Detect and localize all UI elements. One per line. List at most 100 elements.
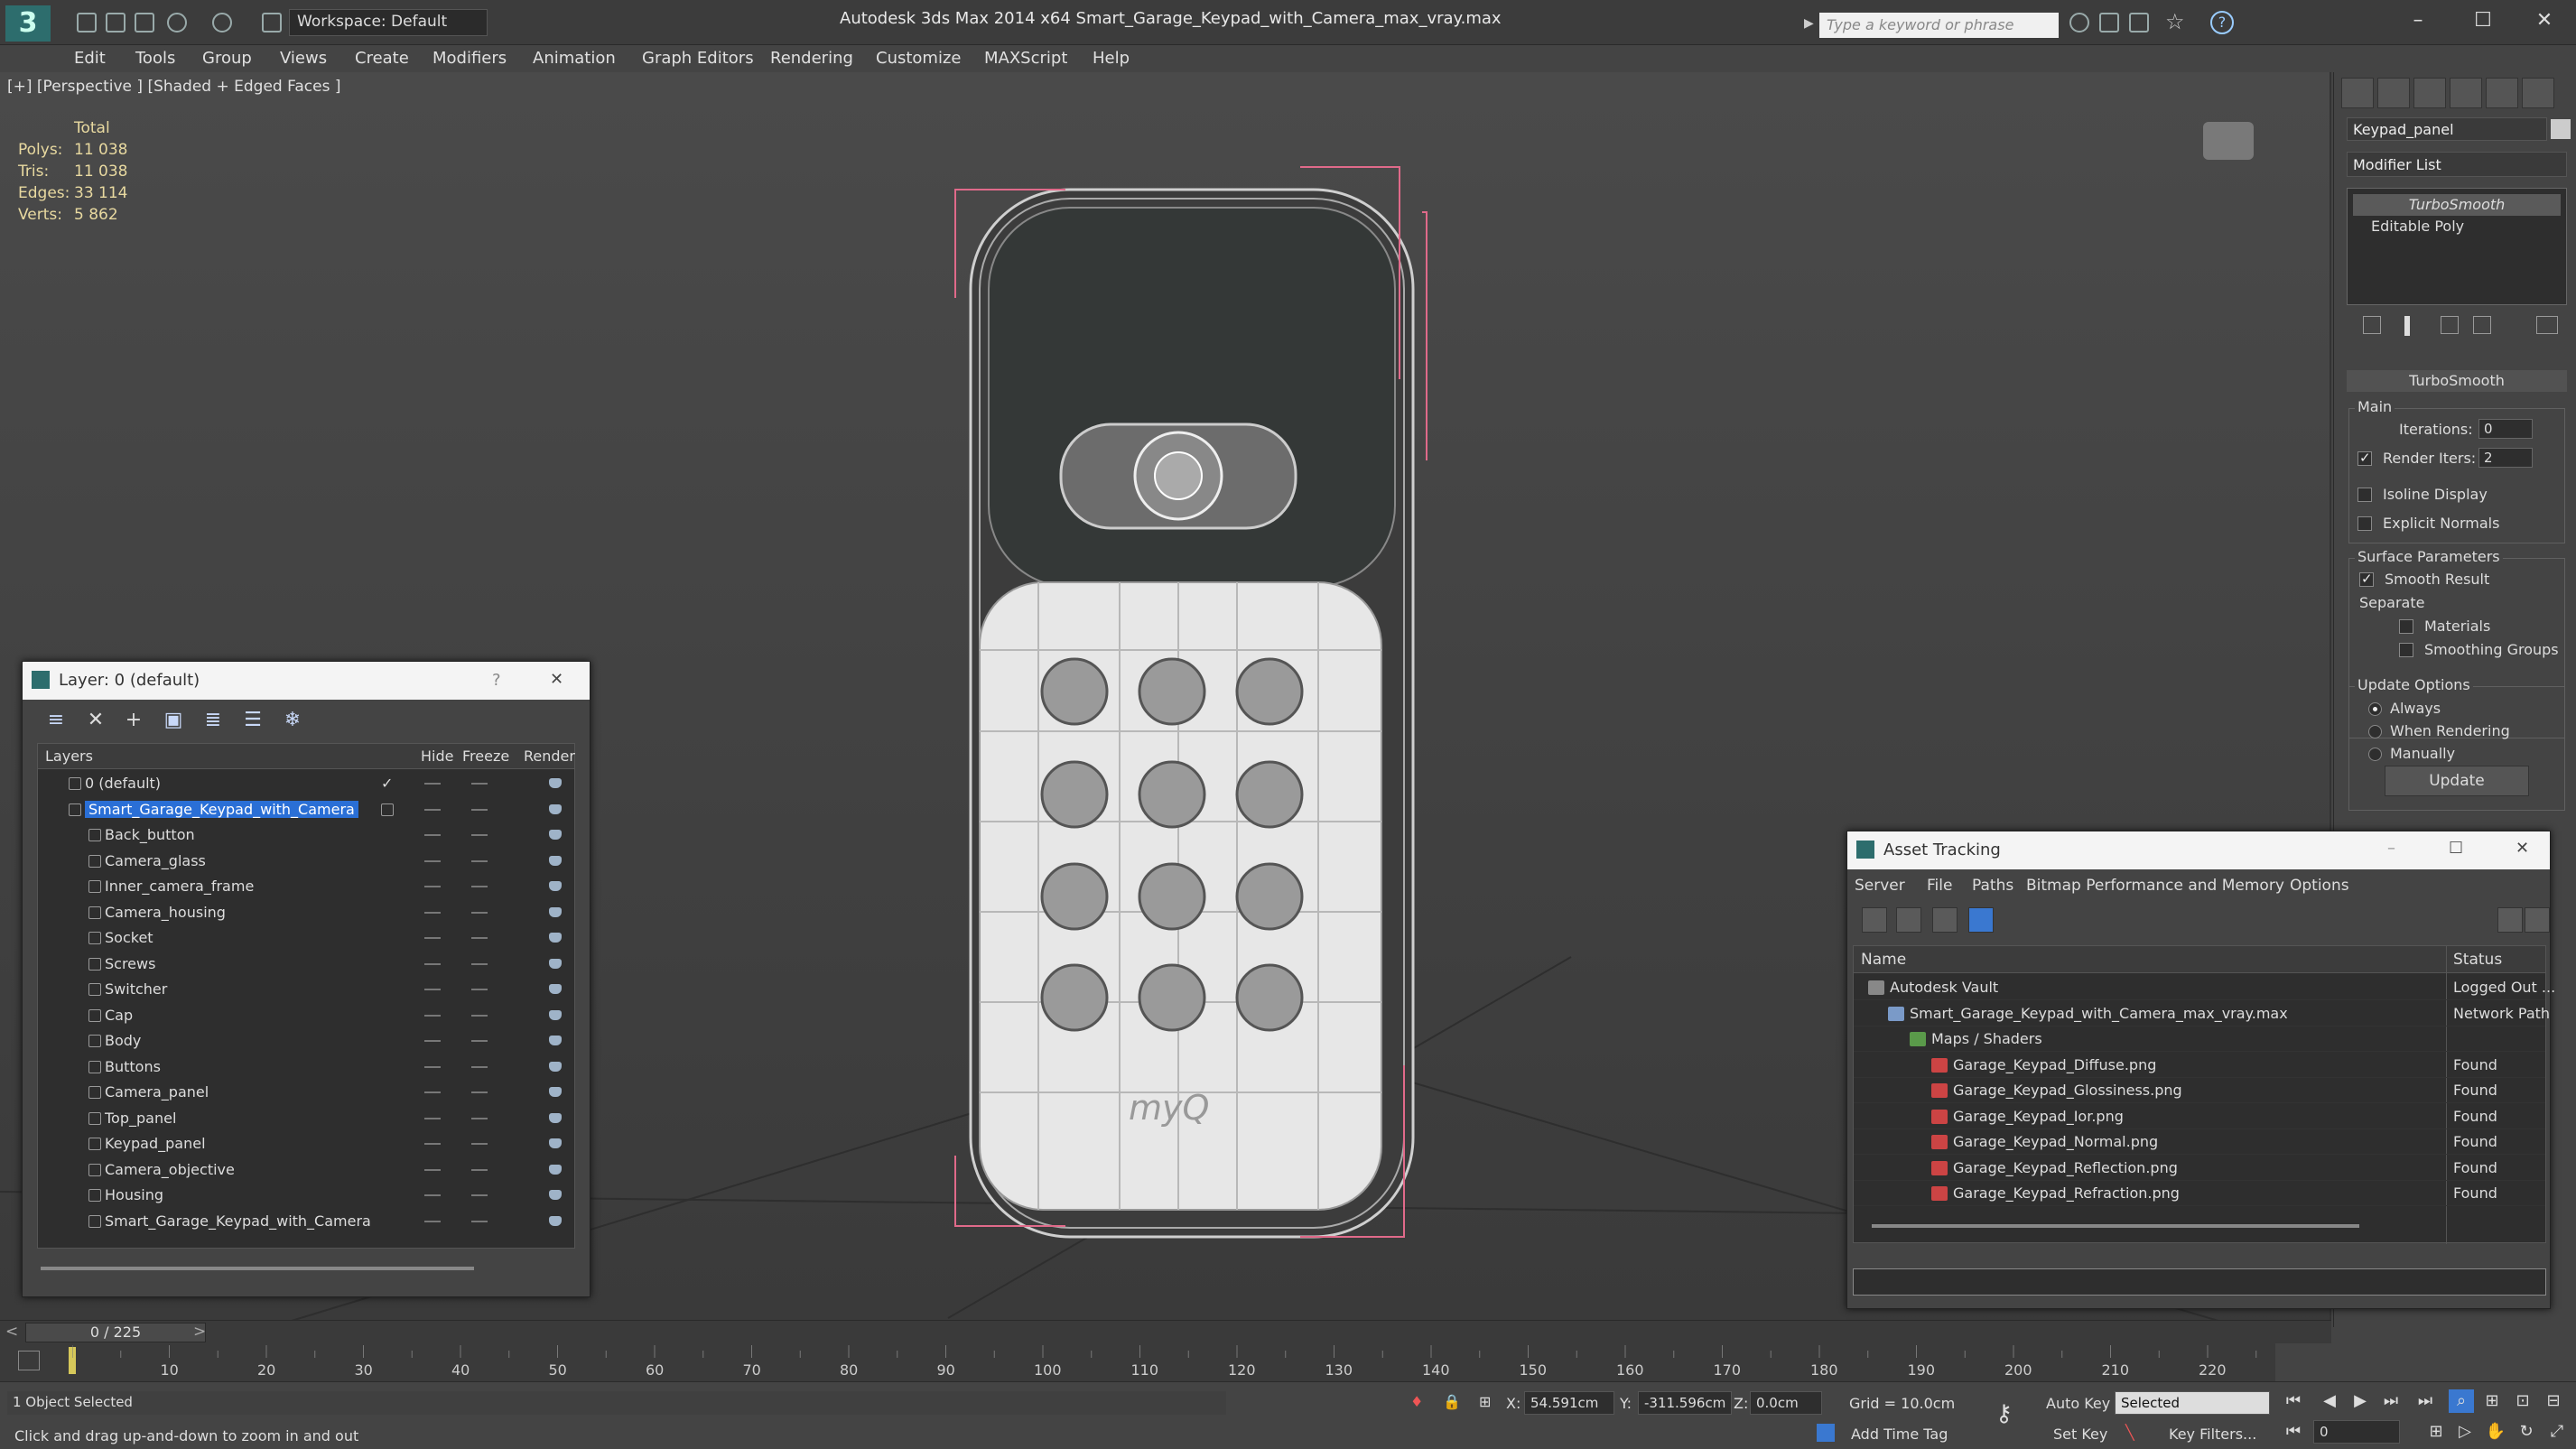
mini-curve-editor-icon[interactable] bbox=[18, 1351, 40, 1370]
zoom-extents-all-icon[interactable]: ⊟ bbox=[2541, 1389, 2566, 1413]
maximize-button[interactable]: ☐ bbox=[2467, 7, 2499, 34]
undo-icon[interactable] bbox=[167, 13, 187, 33]
modifier-list-dropdown[interactable]: Modifier List bbox=[2347, 152, 2567, 177]
set-current-layer-icon[interactable] bbox=[381, 803, 394, 816]
minimize-button[interactable]: – bbox=[2402, 7, 2434, 34]
hide-all-layers-icon[interactable]: ☰ bbox=[241, 709, 265, 732]
layer-row[interactable]: Body bbox=[38, 1028, 574, 1054]
asset-dialog-close-button[interactable]: ✕ bbox=[2516, 839, 2529, 858]
layer-row[interactable]: Camera_objective bbox=[38, 1157, 574, 1183]
search-input[interactable]: Type a keyword or phrase bbox=[1819, 13, 2059, 38]
hide-toggle[interactable] bbox=[424, 834, 441, 836]
layer-row[interactable]: Cap bbox=[38, 1003, 574, 1028]
render-teapot-icon[interactable] bbox=[549, 1009, 562, 1020]
smooth-result-checkbox[interactable] bbox=[2359, 571, 2374, 587]
pan-view-icon[interactable]: ✋ bbox=[2483, 1420, 2508, 1444]
asset-row[interactable]: Garage_Keypad_Ior.png Found bbox=[1854, 1104, 2545, 1129]
time-tag-icon[interactable] bbox=[1817, 1424, 1835, 1442]
menu-customize[interactable]: Customize bbox=[876, 49, 961, 68]
asset-menu-paths[interactable]: Paths bbox=[1972, 877, 2013, 895]
z-coordinate-field[interactable]: 0.0cm bbox=[1750, 1391, 1822, 1415]
project-folder-icon[interactable] bbox=[262, 13, 282, 33]
render-teapot-icon[interactable] bbox=[549, 958, 562, 969]
layer-row[interactable]: Smart_Garage_Keypad_with_Camera bbox=[38, 1209, 574, 1234]
next-key-icon[interactable]: ⏭ bbox=[2378, 1389, 2404, 1413]
render-column-header[interactable]: Render bbox=[524, 748, 575, 765]
asset-menu-server[interactable]: Server bbox=[1855, 877, 1905, 895]
asset-help-icon[interactable] bbox=[2497, 907, 2523, 933]
freeze-toggle[interactable] bbox=[471, 1117, 488, 1119]
render-teapot-icon[interactable] bbox=[549, 906, 562, 917]
field-of-view-icon[interactable]: ▷ bbox=[2452, 1420, 2478, 1444]
hide-toggle[interactable] bbox=[424, 783, 441, 785]
help-icon[interactable]: ? bbox=[2210, 11, 2234, 34]
layer-row[interactable]: Camera_panel bbox=[38, 1080, 574, 1105]
motion-tab-icon[interactable] bbox=[2450, 78, 2482, 108]
object-name-field[interactable]: Keypad_panel bbox=[2347, 117, 2547, 141]
freeze-all-layers-icon[interactable]: ❄ bbox=[281, 709, 304, 732]
when-rendering-radio[interactable] bbox=[2368, 725, 2382, 738]
layer-row[interactable]: Camera_glass bbox=[38, 849, 574, 874]
menu-tools[interactable]: Tools bbox=[135, 49, 175, 68]
hierarchy-tab-icon[interactable] bbox=[2413, 78, 2446, 108]
isolate-selection-icon[interactable]: ♦ bbox=[1410, 1393, 1423, 1410]
time-configuration-icon[interactable]: ⊞ bbox=[2423, 1420, 2449, 1444]
subscription-icon[interactable] bbox=[2099, 13, 2119, 33]
layer-row[interactable]: Housing bbox=[38, 1183, 574, 1208]
hide-toggle[interactable] bbox=[424, 962, 441, 965]
layer-horizontal-scrollbar[interactable] bbox=[41, 1267, 474, 1270]
name-column-header[interactable]: Name bbox=[1861, 951, 1906, 969]
go-to-start-icon[interactable]: ⏮ bbox=[2281, 1389, 2306, 1413]
hide-toggle[interactable] bbox=[424, 859, 441, 862]
freeze-toggle[interactable] bbox=[471, 1065, 488, 1068]
set-key-button[interactable]: Set Key bbox=[2053, 1426, 2107, 1443]
detail-view-icon[interactable] bbox=[1932, 907, 1958, 933]
hide-toggle[interactable] bbox=[424, 1143, 441, 1145]
time-slider[interactable]: < 0 / 225 > bbox=[0, 1320, 2331, 1343]
remove-modifier-icon[interactable] bbox=[2473, 316, 2491, 334]
layers-column-header[interactable]: Layers bbox=[45, 748, 93, 765]
menu-modifiers[interactable]: Modifiers bbox=[432, 49, 507, 68]
asset-horizontal-scrollbar[interactable] bbox=[1872, 1224, 2359, 1228]
menu-edit[interactable]: Edit bbox=[74, 49, 106, 68]
asset-row[interactable]: Garage_Keypad_Normal.png Found bbox=[1854, 1129, 2545, 1155]
show-end-result-icon[interactable] bbox=[2404, 316, 2410, 336]
save-icon[interactable] bbox=[135, 13, 154, 33]
hide-toggle[interactable] bbox=[424, 989, 441, 990]
asset-menu-file[interactable]: File bbox=[1927, 877, 1952, 895]
layer-row[interactable]: 0 (default) ✓ bbox=[38, 771, 574, 796]
stack-item-turbosmooth[interactable]: TurboSmooth bbox=[2353, 194, 2561, 216]
layer-row[interactable]: Camera_housing bbox=[38, 900, 574, 925]
new-file-icon[interactable] bbox=[77, 13, 97, 33]
render-iters-spinner[interactable]: 2 bbox=[2478, 448, 2533, 468]
menu-group[interactable]: Group bbox=[202, 49, 252, 68]
menu-rendering[interactable]: Rendering bbox=[770, 49, 853, 68]
freeze-toggle[interactable] bbox=[471, 859, 488, 862]
list-view-icon[interactable] bbox=[1896, 907, 1921, 933]
configure-sets-icon[interactable] bbox=[2536, 316, 2558, 334]
go-to-end-icon[interactable]: ⏭ bbox=[2413, 1389, 2438, 1413]
set-keys-key-icon[interactable]: ⚷ bbox=[1995, 1400, 2013, 1427]
workspace-dropdown[interactable]: Workspace: Default bbox=[289, 9, 488, 36]
render-teapot-icon[interactable] bbox=[549, 881, 562, 891]
layer-row[interactable]: Screws bbox=[38, 952, 574, 977]
favorites-star-icon[interactable]: ☆ bbox=[2165, 9, 2185, 34]
freeze-column-header[interactable]: Freeze bbox=[462, 748, 509, 765]
play-icon[interactable]: ▶ bbox=[2348, 1389, 2373, 1413]
transform-mode-icon[interactable]: ⊞ bbox=[1479, 1393, 1491, 1410]
track-bar[interactable]: 10 20 30 40 50 60 70 80 90 100 110 120 130 140 150 160 1… bbox=[0, 1343, 2275, 1381]
select-objects-icon[interactable]: ▣ bbox=[162, 709, 185, 732]
asset-dialog-maximize-button[interactable]: ☐ bbox=[2449, 839, 2463, 858]
create-layer-icon[interactable]: ≡ bbox=[44, 709, 68, 732]
freeze-toggle[interactable] bbox=[471, 937, 488, 939]
manually-radio[interactable] bbox=[2368, 748, 2382, 761]
asset-row[interactable]: Garage_Keypad_Glossiness.png Found bbox=[1854, 1078, 2545, 1103]
update-button[interactable]: Update bbox=[2385, 766, 2529, 796]
render-teapot-icon[interactable] bbox=[549, 778, 562, 788]
create-tab-icon[interactable] bbox=[2341, 78, 2374, 108]
layer-row[interactable]: Back_button bbox=[38, 822, 574, 848]
freeze-toggle[interactable] bbox=[471, 808, 488, 811]
viewcube-icon[interactable] bbox=[2203, 122, 2254, 160]
hide-toggle[interactable] bbox=[424, 1040, 441, 1042]
hide-toggle[interactable] bbox=[424, 1091, 441, 1093]
